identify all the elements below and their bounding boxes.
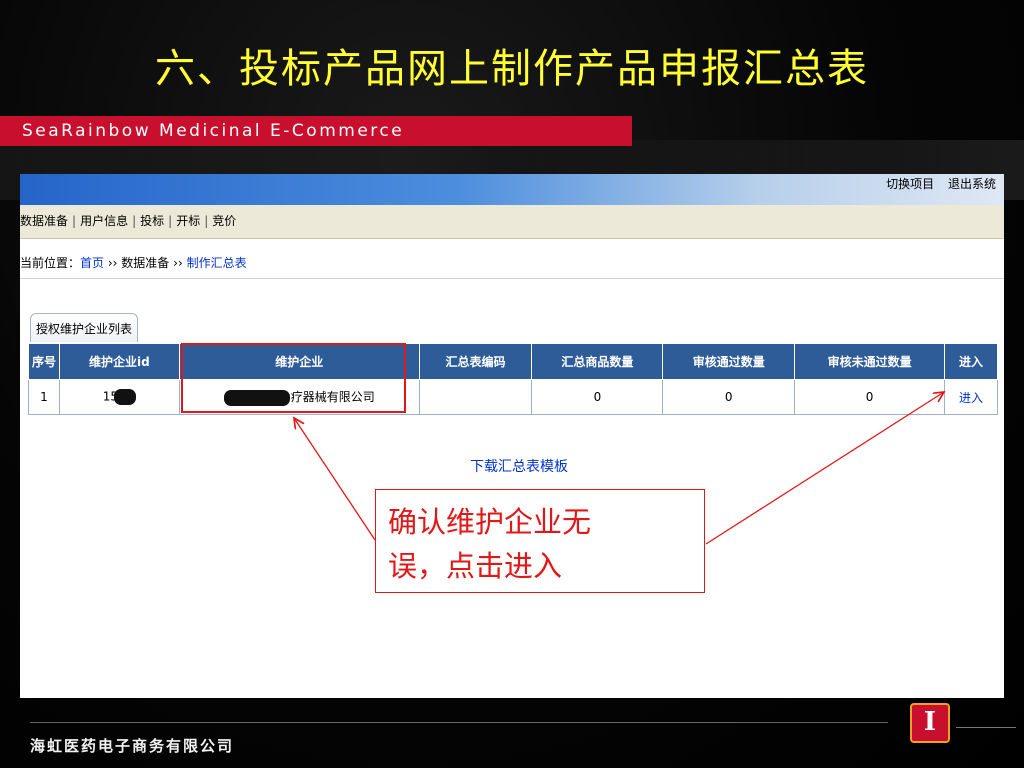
callout-line-1: 确认维护企业无 xyxy=(388,505,592,539)
annotation-arrows xyxy=(0,0,1024,545)
arrow-to-company xyxy=(294,418,376,541)
arrow-to-enter xyxy=(705,392,944,545)
callout-line-2: 误，点击进入 xyxy=(388,549,563,583)
logo-glyph: I xyxy=(923,707,937,737)
annotation-callout: 确认维护企业无 误，点击进入 xyxy=(375,489,705,593)
company-logo-icon: I xyxy=(910,703,950,743)
footer-divider xyxy=(956,727,1016,728)
footer-divider xyxy=(30,722,888,723)
footer-company-name: 海虹医药电子商务有限公司 xyxy=(30,737,235,755)
